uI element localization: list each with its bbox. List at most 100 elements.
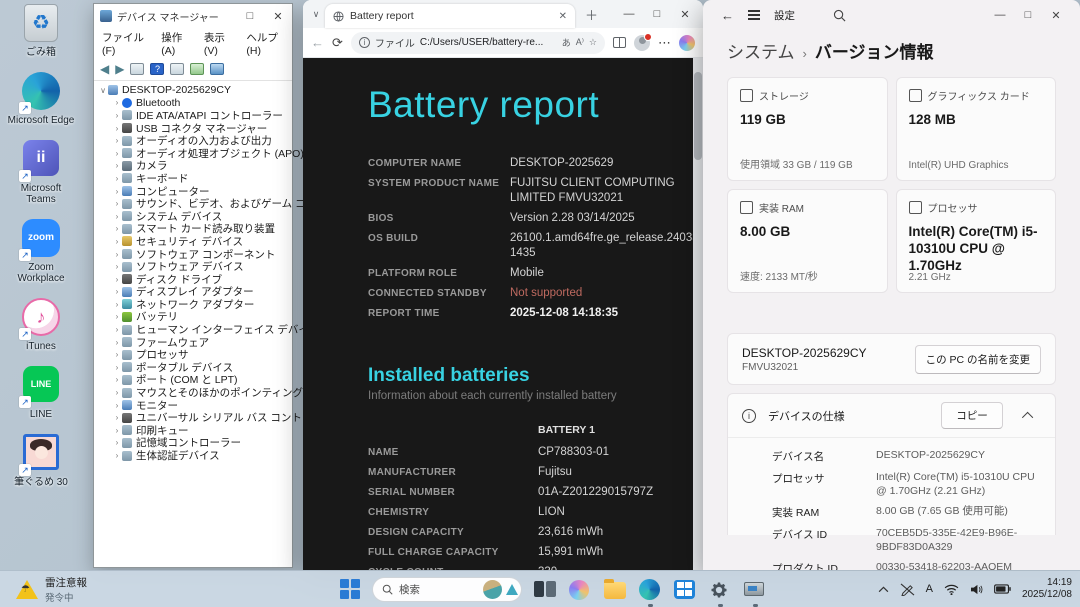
chevron-right-icon[interactable]: › — [112, 98, 122, 107]
menu-item[interactable]: 操作(A) — [161, 30, 190, 57]
translate-icon[interactable]: あ — [562, 36, 571, 49]
rename-pc-button[interactable]: この PC の名前を変更 — [914, 344, 1041, 374]
desktop-icon-zoom[interactable]: zoom ↗ Zoom Workplace — [6, 219, 76, 284]
chevron-right-icon[interactable]: › — [112, 363, 122, 372]
chevron-down-icon[interactable]: ∨ — [98, 86, 108, 95]
spec-card[interactable]: グラフィックス カード 128 MB Intel(R) UHD Graphics — [895, 77, 1056, 181]
chevron-right-icon[interactable]: › — [112, 300, 122, 309]
chevron-right-icon[interactable]: › — [112, 224, 122, 233]
address-bar[interactable]: i ファイル C:/Users/USER/battery-re... あ A⁾ … — [350, 31, 605, 54]
chevron-right-icon[interactable]: › — [112, 187, 122, 196]
refresh-icon[interactable]: ⟳ — [332, 35, 343, 51]
chevron-right-icon[interactable]: › — [112, 111, 122, 120]
chevron-right-icon[interactable]: › — [112, 199, 122, 208]
desktop-icon-recycle-bin[interactable]: ♻ ごみ箱 — [6, 4, 76, 58]
minimize-button[interactable]: — — [986, 9, 1014, 21]
chevron-right-icon[interactable]: › — [112, 124, 122, 133]
microsoft-store-icon[interactable] — [674, 578, 697, 601]
back-icon[interactable]: ← — [311, 35, 324, 50]
scrollbar-thumb[interactable] — [694, 72, 702, 160]
task-view-icon[interactable] — [534, 578, 557, 601]
menu-item[interactable]: ヘルプ(H) — [246, 30, 284, 57]
maximize-button[interactable]: □ — [1014, 9, 1042, 21]
close-button[interactable]: ✕ — [264, 10, 292, 23]
settings-gear-icon[interactable] — [709, 578, 732, 607]
site-info-icon[interactable]: i — [358, 37, 370, 48]
minimize-button[interactable]: — — [615, 8, 643, 20]
tab-search-chevron-icon[interactable]: ∨ — [307, 9, 325, 20]
tree-item[interactable]: › オーディオ処理オブジェクト (APO) — [98, 147, 304, 160]
spec-card[interactable]: プロセッサ Intel(R) Core(TM) i5-10310U CPU @ … — [895, 189, 1056, 293]
chevron-right-icon[interactable]: › — [112, 149, 122, 158]
chevron-right-icon[interactable]: › — [112, 275, 122, 284]
weather-widget[interactable]: 雷注意報 発令中 — [16, 575, 87, 604]
new-tab-button[interactable]: ＋ — [585, 5, 598, 24]
wifi-icon[interactable] — [944, 584, 959, 595]
ime-indicator[interactable]: A — [926, 583, 933, 595]
chevron-right-icon[interactable]: › — [112, 350, 122, 359]
tree-item[interactable]: › 生体認証デバイス — [98, 449, 292, 462]
chevron-right-icon[interactable]: › — [112, 250, 122, 259]
chevron-right-icon[interactable]: › — [112, 388, 122, 397]
chevron-up-icon[interactable] — [1021, 411, 1034, 423]
chevron-right-icon[interactable]: › — [112, 413, 122, 422]
tree-root-row[interactable]: ∨ DESKTOP-2025629CY — [98, 84, 292, 97]
menu-item[interactable]: ファイル(F) — [102, 30, 147, 57]
tab-battery-report[interactable]: Battery report ✕ — [325, 4, 575, 28]
read-aloud-icon[interactable]: A⁾ — [576, 37, 584, 48]
hamburger-menu-icon[interactable] — [748, 10, 760, 20]
menu-item[interactable]: 表示(V) — [204, 30, 233, 57]
chevron-right-icon[interactable]: › — [112, 338, 122, 347]
tray-chevron-icon[interactable] — [878, 585, 889, 593]
edge-icon[interactable] — [639, 578, 662, 607]
desktop-icon-teams[interactable]: ii ↗ Microsoft Teams — [6, 140, 76, 205]
spec-card[interactable]: 実装 RAM 8.00 GB 速度: 2133 MT/秒 — [727, 189, 888, 293]
chevron-right-icon[interactable]: › — [112, 262, 122, 271]
tree-item[interactable]: › ファームウェア — [98, 336, 292, 349]
pen-disabled-icon[interactable] — [900, 583, 915, 596]
forward-icon[interactable]: ▶ — [115, 62, 124, 76]
scrollbar[interactable] — [693, 58, 703, 570]
tree-item[interactable]: › ユニバーサル シリアル バス コントローラー — [98, 411, 344, 424]
device-manager-icon[interactable] — [744, 578, 767, 607]
copilot-icon[interactable] — [569, 578, 592, 601]
copy-button[interactable]: コピー — [941, 402, 1003, 429]
profile-avatar[interactable] — [634, 32, 652, 51]
chevron-right-icon[interactable]: › — [112, 136, 122, 145]
spec-card[interactable]: ストレージ 119 GB 使用領域 33 GB / 119 GB — [727, 77, 888, 181]
chevron-right-icon[interactable]: › — [112, 325, 122, 334]
tree-item[interactable]: › マウスとそのほかのポインティング デバイス — [98, 386, 348, 399]
favorite-star-icon[interactable]: ☆ — [589, 37, 597, 48]
search-highlight-image[interactable] — [483, 579, 502, 599]
chevron-right-icon[interactable]: › — [112, 287, 122, 296]
chevron-right-icon[interactable]: › — [112, 375, 122, 384]
close-button[interactable]: ✕ — [671, 8, 699, 21]
tree-item[interactable]: › カメラ — [98, 160, 292, 172]
clock[interactable]: 14:19 2025/12/08 — [1022, 577, 1072, 602]
properties-icon[interactable] — [170, 63, 185, 75]
chevron-right-icon[interactable]: › — [112, 451, 122, 460]
chevron-right-icon[interactable]: › — [112, 212, 122, 221]
chevron-right-icon[interactable]: › — [112, 426, 122, 435]
desktop-icon-line[interactable]: LINE ↗ LINE — [6, 366, 76, 420]
copilot-icon[interactable] — [679, 34, 695, 51]
desktop-icon-fudegurume[interactable]: ↗ 筆ぐるめ 30 — [6, 434, 76, 488]
more-icon[interactable]: ⋯ — [658, 35, 671, 51]
speaker-icon[interactable] — [970, 584, 983, 595]
device-spec-header[interactable]: i デバイスの仕様 コピー — [728, 394, 1055, 437]
chevron-right-icon[interactable]: › — [112, 438, 122, 447]
chevron-right-icon[interactable]: › — [112, 401, 122, 410]
tab-close-icon[interactable]: ✕ — [559, 11, 567, 22]
window-icon[interactable] — [130, 63, 145, 75]
battery-icon[interactable] — [994, 584, 1011, 594]
help-icon[interactable]: ? — [150, 63, 165, 75]
back-icon[interactable]: ◀ — [100, 62, 109, 76]
chevron-right-icon[interactable]: › — [112, 174, 122, 183]
settings-titlebar[interactable]: ← 設定 — □ ✕ — [703, 0, 1080, 30]
split-screen-icon[interactable] — [613, 37, 626, 48]
close-button[interactable]: ✕ — [1042, 9, 1070, 22]
device-manager-titlebar[interactable]: デバイス マネージャー □ ✕ — [94, 4, 292, 28]
monitor-icon[interactable] — [210, 63, 225, 75]
back-icon[interactable]: ← — [721, 8, 734, 23]
search-icon[interactable] — [833, 9, 846, 22]
